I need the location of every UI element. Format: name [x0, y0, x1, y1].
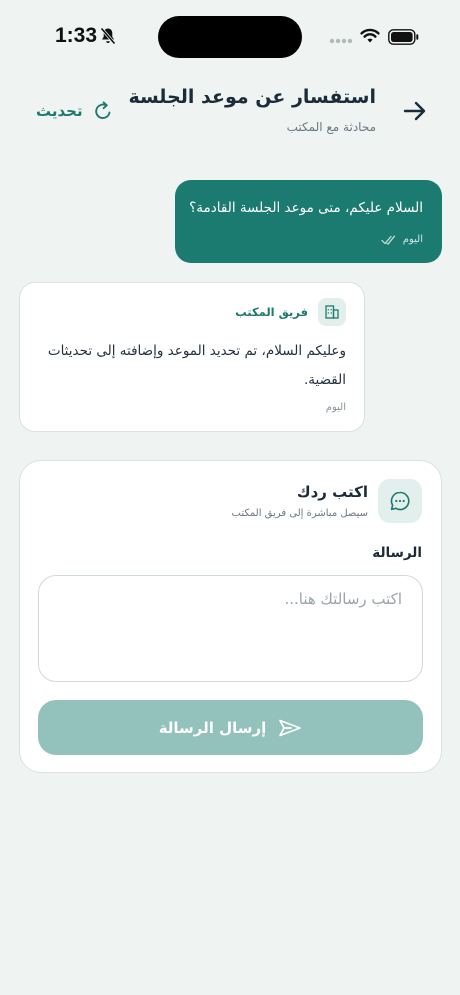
- page-title: استفسار عن موعد الجلسة: [128, 86, 376, 108]
- message-sender: فريق المكتب: [235, 305, 308, 319]
- arrow-right-icon: [403, 101, 426, 121]
- status-time: 1:33: [55, 24, 98, 47]
- office-avatar: [318, 298, 346, 326]
- message-bubble-received: فريق المكتب وعليكم السلام، تم تحديد المو…: [19, 282, 365, 432]
- message-field-label: الرسالة: [372, 545, 422, 561]
- status-bar: 1:33: [0, 0, 460, 72]
- cellular-signal-icon: [329, 38, 353, 44]
- bell-muted-icon: [100, 27, 116, 45]
- page-subtitle: محادثة مع المكتب: [286, 120, 376, 134]
- send-icon: [279, 719, 302, 736]
- message-time: اليوم: [325, 402, 346, 413]
- reply-icon-badge: [378, 479, 422, 523]
- chat-bubble-icon: [390, 491, 410, 511]
- refresh-button[interactable]: تحديث: [36, 98, 113, 124]
- building-icon: [325, 305, 339, 319]
- send-button-label: إرسال الرسالة: [158, 718, 267, 737]
- back-button[interactable]: [400, 96, 430, 126]
- message-text: السلام عليكم، متى موعد الجلسة القادمة؟: [189, 200, 423, 216]
- wifi-icon: [360, 28, 380, 43]
- message-text: وعليكم السلام، تم تحديد الموعد وإضافته إ…: [47, 343, 346, 388]
- refresh-icon: [94, 101, 111, 119]
- reply-card: اكتب ردك سيصل مباشرة إلى فريق المكتب الر…: [19, 460, 442, 773]
- reply-subtitle: سيصل مباشرة إلى فريق المكتب: [231, 508, 368, 519]
- message-input[interactable]: [38, 575, 423, 682]
- message-meta: اليوم: [381, 234, 423, 245]
- send-message-button[interactable]: إرسال الرسالة: [38, 700, 423, 755]
- message-sender-row: فريق المكتب: [235, 298, 346, 326]
- message-bubble-sent: السلام عليكم، متى موعد الجلسة القادمة؟ ا…: [175, 180, 442, 263]
- reply-title: اكتب ردك: [296, 483, 368, 501]
- message-time: اليوم: [402, 234, 423, 245]
- refresh-label: تحديث: [36, 102, 83, 120]
- dynamic-island: [158, 16, 302, 58]
- double-check-icon: [381, 235, 395, 245]
- battery-icon: [388, 29, 419, 45]
